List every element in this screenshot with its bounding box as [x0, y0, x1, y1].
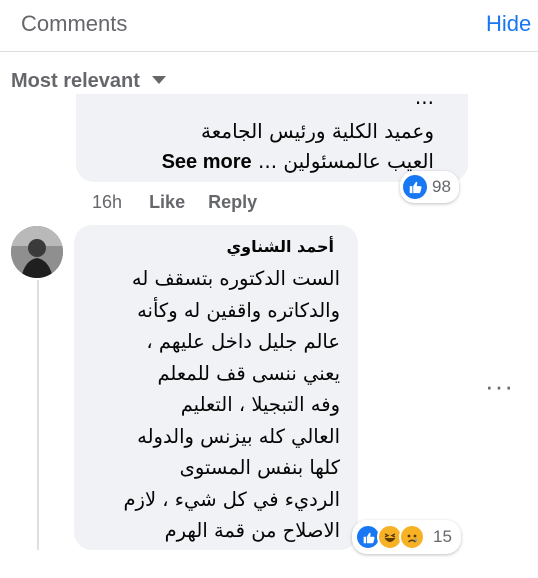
comment-text-line: والدكاتره واقفين له وكأنه	[137, 298, 340, 322]
sort-dropdown[interactable]: Most relevant	[11, 70, 167, 96]
thread-line	[37, 280, 39, 550]
comment-text-line: وفه التبجيلا ، التعليم	[180, 393, 340, 416]
comments-title: Comments	[21, 11, 128, 36]
like-button[interactable]: Like	[149, 192, 185, 212]
reaction-count: 15	[433, 527, 452, 546]
comment-text-line: العالي كله بيزنس والدوله	[137, 424, 340, 448]
comment-text-line: الست الدكتوره بتسقف له	[131, 267, 340, 290]
comment-text-line: يعني ننسى قف للمعلم	[157, 361, 340, 385]
comment-author[interactable]: أحمد الشناوي	[227, 237, 334, 256]
more-options-icon[interactable]: ···	[485, 373, 514, 399]
reply-button[interactable]: Reply	[208, 192, 257, 212]
comment-text: الست الدكتوره بتسقف له والدكاتره واقفين …	[70, 263, 340, 547]
reaction-count: 98	[432, 177, 451, 196]
comment-bubble: ... وعميد الكلية ورئيس الجامعة العيب عال…	[76, 94, 468, 182]
comment-text-line: العيب عالمسئولين ... See more	[162, 146, 434, 177]
avatar[interactable]	[11, 226, 63, 278]
comment-text-line: كلها بنفس المستوى	[179, 456, 340, 479]
hide-button[interactable]: Hide	[486, 11, 531, 37]
sad-icon	[399, 524, 425, 550]
comment-text-fragment: العيب عالمسئولين ...	[257, 149, 434, 173]
comment-text-clipped: ...	[414, 94, 434, 109]
see-more-link[interactable]: See more	[162, 151, 252, 173]
comments-header: Comments Hide	[0, 0, 538, 52]
comment-text-line: عالم جليل داخل عليهم ،	[146, 330, 340, 353]
comment-timestamp[interactable]: 16h	[92, 192, 122, 212]
reaction-summary[interactable]: 98	[400, 171, 459, 203]
sort-label: Most relevant	[11, 70, 140, 92]
comment-bubble: أحمد الشناوي الست الدكتوره بتسقف له والد…	[74, 225, 358, 550]
like-icon	[403, 175, 427, 199]
comment-text-line: الرديء في كل شيء ، لازم	[123, 487, 340, 511]
comment-text-line: وعميد الكلية ورئيس الجامعة	[201, 119, 434, 143]
comment-actions: 16h Like Reply	[92, 192, 275, 213]
caret-down-icon	[152, 76, 167, 84]
reaction-summary[interactable]: 15	[352, 520, 461, 554]
comment-text-line: الاصلاح من قمة الهرم	[164, 519, 340, 542]
